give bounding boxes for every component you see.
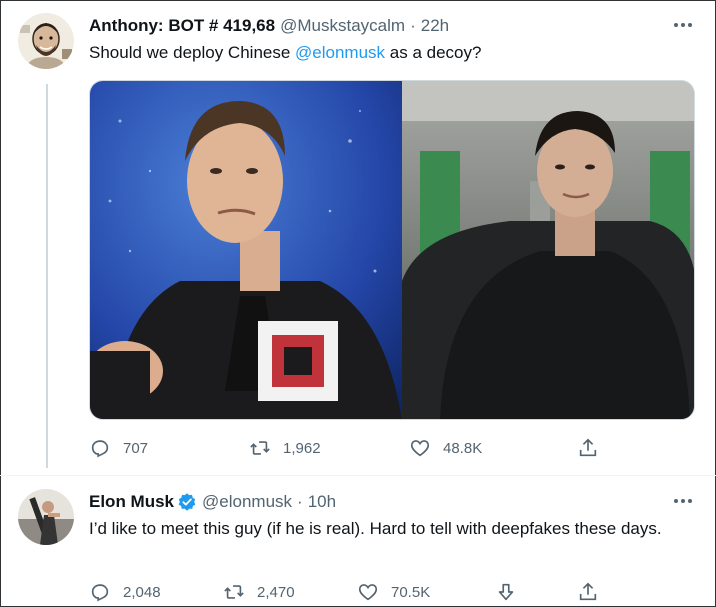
tweet-text-part: Should we deploy Chinese (89, 43, 296, 62)
tweet-elon[interactable]: Elon Musk @elonmusk · 10h I’d like to me… (0, 476, 716, 607)
author-handle[interactable]: @Muskstaycalm (280, 16, 405, 36)
reply-count: 2,048 (123, 583, 161, 601)
author-name[interactable]: Anthony: BOT # 419,68 (89, 16, 275, 36)
retweet-icon (250, 441, 270, 455)
downvote-button[interactable] (495, 581, 577, 603)
author-name[interactable]: Elon Musk (89, 492, 174, 512)
reply-button[interactable]: 707 (89, 437, 249, 459)
mention-link[interactable]: @elonmusk (295, 43, 385, 62)
retweet-icon (224, 585, 244, 599)
tweet-media-image[interactable] (89, 80, 695, 420)
retweet-button[interactable]: 2,470 (223, 581, 357, 603)
reply-icon (91, 440, 109, 458)
share-button[interactable] (577, 437, 599, 459)
tweet-actions: 707 1,962 48.8K (89, 433, 616, 463)
retweet-count: 1,962 (283, 439, 321, 457)
downvote-icon (498, 583, 514, 601)
tweet-anthony[interactable]: Anthony: BOT # 419,68 @Muskstaycalm · 22… (0, 0, 716, 476)
more-icon (674, 23, 692, 27)
avatar-elon[interactable] (18, 489, 74, 545)
share-icon (579, 438, 597, 457)
tweet-header: Anthony: BOT # 419,68 @Muskstaycalm · 22… (89, 14, 668, 38)
retweet-count: 2,470 (257, 583, 295, 601)
like-button[interactable]: 48.8K (409, 437, 577, 459)
tweet-timestamp[interactable]: 22h (421, 16, 449, 36)
more-options-button[interactable] (670, 490, 696, 512)
tweet-timestamp[interactable]: 10h (308, 492, 336, 512)
author-handle[interactable]: @elonmusk (202, 492, 292, 512)
avatar-anthony[interactable] (18, 13, 74, 69)
tweet-text: I’d like to meet this guy (if he is real… (89, 519, 662, 538)
tweet-header: Elon Musk @elonmusk · 10h (89, 490, 668, 514)
left-photo (90, 81, 402, 419)
more-options-button[interactable] (670, 14, 696, 36)
like-count: 48.8K (443, 439, 483, 457)
right-photo (402, 81, 694, 419)
retweet-button[interactable]: 1,962 (249, 437, 409, 459)
verified-badge-icon (178, 493, 196, 511)
like-icon (358, 584, 378, 601)
like-icon (410, 440, 430, 457)
reply-icon (91, 584, 109, 602)
share-button[interactable] (577, 581, 599, 603)
reply-count: 707 (123, 439, 149, 457)
tweet-actions: 2,048 2,470 70.5K (89, 577, 616, 607)
separator-dot: · (297, 492, 303, 511)
tweet-text-part: as a decoy? (385, 43, 482, 62)
tweet-text: Should we deploy Chinese @elonmusk as a … (89, 41, 676, 65)
share-icon (579, 582, 597, 601)
like-count: 70.5K (391, 583, 431, 601)
like-button[interactable]: 70.5K (357, 581, 495, 603)
separator-dot: · (410, 16, 416, 35)
more-icon (674, 499, 692, 503)
reply-button[interactable]: 2,048 (89, 581, 223, 603)
